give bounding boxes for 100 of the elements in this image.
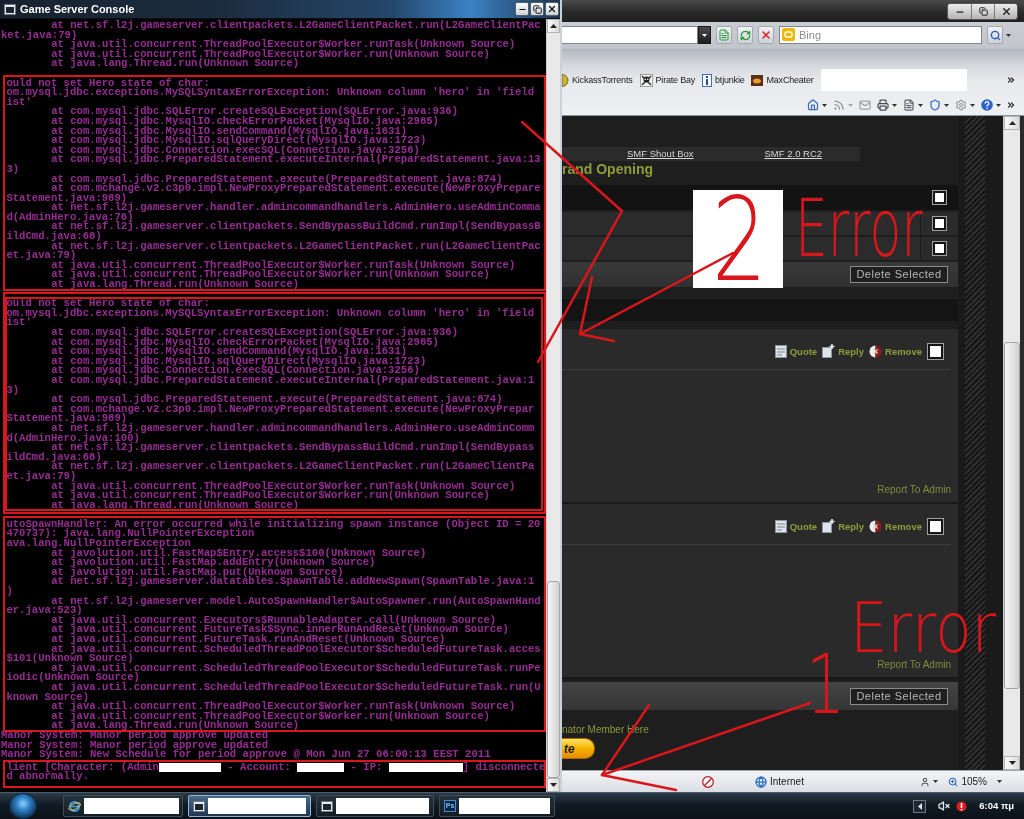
console-line: at com.mysql.jdbc.MysqlIO.sendCommand(MysqlIO.java:1631) bbox=[51, 126, 408, 137]
document-plus-icon bbox=[822, 519, 836, 533]
console-line: at java.util.concurrent.ThreadPoolExecutor$Worker.runTask(Unknown Source) bbox=[51, 40, 516, 50]
redaction-block bbox=[158, 763, 221, 772]
delete-selected-button[interactable]: Delete Selected bbox=[850, 687, 948, 705]
document-button[interactable] bbox=[716, 26, 732, 44]
favorite-link[interactable]: btjunkie bbox=[702, 73, 745, 87]
up-arrow-icon bbox=[1008, 121, 1016, 125]
report-link[interactable]: Report To Admin bbox=[877, 484, 951, 495]
feed-icon bbox=[833, 99, 845, 111]
scrollbar[interactable] bbox=[546, 19, 560, 792]
help-button[interactable] bbox=[980, 96, 1002, 114]
reply-link[interactable]: Reply bbox=[822, 519, 865, 533]
console-line: at com.mysql.jdbc.SQLError.createSQLException(SQLError.java:936) bbox=[51, 328, 459, 338]
start-button[interactable] bbox=[9, 793, 37, 819]
favorite-link[interactable]: Pirate Bay bbox=[639, 73, 696, 87]
console-line: d(AdminHero.java:76) bbox=[6, 212, 134, 223]
search-icon bbox=[989, 29, 1001, 41]
console-line: at com.mchange.v2.c3p0.impl.NewProxyPreparedStatement.execute(NewProxyPrepar bbox=[51, 404, 535, 415]
handwritten-note: 2 bbox=[712, 194, 767, 286]
console-line: at net.sf.l2j.gameserver.model.AutoSpawnHandler$AutoSpawner.run(AutoSpawnHand bbox=[51, 596, 541, 607]
console-line: at net.sf.l2j.gameserver.clientpackets.L2GameClientPacket.run(L2GameClientPac bbox=[51, 21, 541, 31]
remove-link[interactable]: Remove bbox=[869, 519, 922, 533]
page-icon bbox=[718, 29, 730, 41]
console-line: om.mysql.jdbc.exceptions.MySQLSyntaxErrorException: Unknown column 'hero' in 'field bbox=[6, 308, 535, 319]
search-field[interactable]: Bing bbox=[779, 26, 982, 44]
scroll-up-button[interactable] bbox=[547, 19, 560, 33]
console-line: 3) bbox=[6, 385, 20, 396]
console-line: at com.mysql.jdbc.PreparedStatement.executeInternal(PreparedStatement.java:1 bbox=[51, 375, 535, 386]
scrollbar-thumb[interactable] bbox=[1004, 342, 1020, 689]
address-field[interactable] bbox=[562, 26, 698, 44]
caret-icon bbox=[970, 103, 975, 107]
page-button[interactable] bbox=[902, 96, 924, 114]
handwritten-note: 1 bbox=[806, 652, 846, 718]
close-icon bbox=[547, 4, 557, 14]
up-arrow-icon bbox=[550, 24, 557, 28]
reply-link[interactable]: Reply bbox=[822, 344, 865, 358]
console-line: at net.sf.l2j.gameserver.datatables.SpawnTable.addNewSpawn(SpawnTable.java:1 bbox=[51, 577, 535, 588]
checkbox[interactable] bbox=[932, 190, 947, 205]
scroll-down-button[interactable] bbox=[1004, 756, 1020, 770]
picture-icon bbox=[751, 74, 764, 86]
console-line: at com.mysql.jdbc.MysqlIO.sqlQueryDirect(MysqlIO.java:1723) bbox=[51, 356, 427, 367]
quote-link[interactable]: Quote bbox=[774, 344, 818, 358]
remove-link[interactable]: Remove bbox=[869, 344, 922, 358]
print-button[interactable] bbox=[876, 96, 898, 114]
favorite-link[interactable]: KickassTorrents bbox=[562, 73, 633, 87]
zoom-button[interactable]: 105% bbox=[948, 776, 987, 787]
stop-button[interactable] bbox=[758, 26, 774, 44]
caret-icon bbox=[944, 103, 949, 107]
nav-link[interactable]: SMF Shout Box bbox=[627, 148, 694, 160]
console-line: at java.lang.Thread.run(Unknown Source) bbox=[51, 721, 300, 731]
scroll-up-button[interactable] bbox=[1004, 116, 1020, 130]
checkbox[interactable] bbox=[927, 342, 944, 360]
pill-button[interactable]: te bbox=[562, 738, 595, 759]
redaction-block bbox=[297, 763, 345, 772]
handwritten-note: Error bbox=[850, 600, 997, 656]
taskbar-button[interactable] bbox=[316, 795, 434, 817]
delete-selected-button[interactable]: Delete Selected bbox=[850, 266, 948, 283]
nav-link[interactable]: SMF 2.0 RC2 bbox=[764, 148, 823, 160]
checkbox[interactable] bbox=[932, 241, 947, 256]
console-line: at net.sf.l2j.gameserver.clientpackets.L2GameClientPacket.run(L2GameClientPa bbox=[51, 462, 535, 472]
console-line: ket.java:79) bbox=[1, 30, 78, 41]
scroll-down-button[interactable] bbox=[547, 778, 560, 792]
scrollbar-thumb[interactable] bbox=[547, 581, 560, 778]
caret-icon bbox=[848, 103, 853, 107]
restore-icon bbox=[532, 4, 542, 14]
shield-icon bbox=[929, 99, 941, 111]
taskbar-button[interactable] bbox=[188, 795, 311, 817]
console-line: at java.util.concurrent.ThreadPoolExecutor$Worker.runTask(Unknown Source) bbox=[51, 702, 516, 712]
browser-icon bbox=[68, 799, 81, 813]
scrollbar[interactable] bbox=[1003, 116, 1020, 770]
close-button[interactable] bbox=[994, 4, 1017, 19]
checkbox[interactable] bbox=[932, 216, 947, 231]
home-icon bbox=[807, 99, 819, 111]
minimize-button[interactable] bbox=[515, 2, 529, 16]
caret-icon bbox=[892, 103, 897, 107]
alert-icon bbox=[956, 800, 968, 812]
person-menu-button[interactable] bbox=[920, 776, 939, 787]
close-button[interactable] bbox=[545, 2, 559, 16]
shield-button[interactable] bbox=[928, 96, 950, 114]
taskbar-button[interactable] bbox=[63, 795, 183, 817]
restore-button[interactable] bbox=[530, 2, 544, 16]
document-plus-icon bbox=[822, 344, 836, 358]
favorite-link[interactable]: MaxCheater bbox=[751, 74, 814, 86]
address-dropdown-button[interactable] bbox=[698, 26, 711, 44]
gear-icon bbox=[955, 99, 967, 111]
quote-link[interactable]: Quote bbox=[774, 519, 818, 533]
show-hidden-icons-button[interactable] bbox=[913, 799, 927, 813]
console-line: at javolution.util.FastMap$Entry.access$100(Unknown Source) bbox=[51, 548, 427, 559]
refresh-button[interactable] bbox=[737, 26, 753, 44]
console-line: ava.lang.NullPointerException bbox=[6, 539, 191, 549]
report-link[interactable]: Report To Admin bbox=[877, 659, 951, 670]
restore-button[interactable] bbox=[971, 4, 994, 19]
console-line: at java.util.concurrent.ThreadPoolExecutor$Worker.run(Unknown Source) bbox=[51, 491, 490, 501]
checkbox[interactable] bbox=[927, 517, 944, 535]
console-line: at java.util.concurrent.FutureTask$Sync.innerRunAndReset(Unknown Source) bbox=[51, 625, 509, 635]
search-button[interactable] bbox=[987, 26, 1003, 44]
console-line: at java.lang.Thread.run(Unknown Source) bbox=[51, 280, 300, 290]
console-line: - Account: bbox=[226, 762, 292, 773]
search-provider-icon bbox=[782, 28, 795, 41]
